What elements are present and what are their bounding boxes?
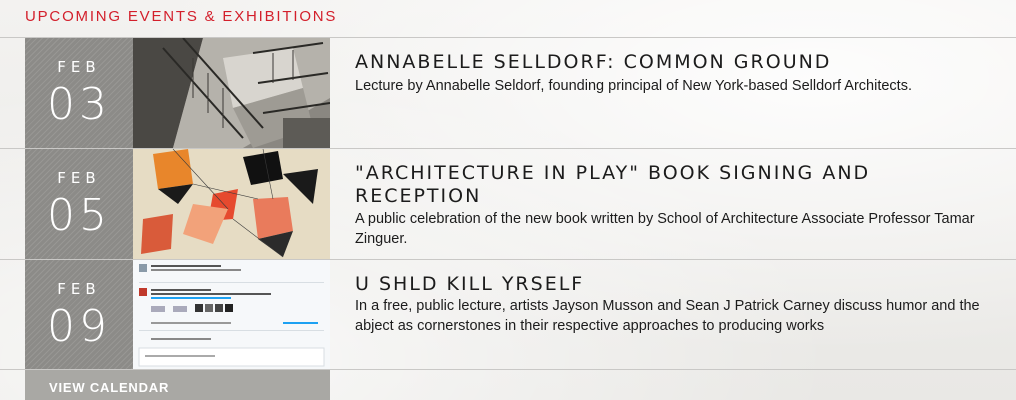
event-day: 05 — [47, 190, 111, 241]
event-title[interactable]: ANNABELLE SELLDORF: COMMON GROUND — [355, 51, 995, 74]
event-image-shapes[interactable] — [133, 149, 330, 259]
event-description: In a free, public lecture, artists Jayso… — [355, 298, 980, 334]
event-month: FEB — [57, 169, 101, 187]
event-month: FEB — [57, 280, 101, 298]
event-item[interactable]: FEB 09 U SHLD KILL YRSELF In a free, pub… — [0, 260, 1016, 370]
event-month: FEB — [57, 58, 101, 76]
event-description: A public celebration of the new book wri… — [355, 211, 975, 247]
event-item[interactable]: FEB 03 ANNABELLE SELLDORF: COMMON GROUND… — [0, 38, 1016, 148]
date-badge: FEB 03 — [25, 38, 133, 148]
section-heading: UPCOMING EVENTS & EXHIBITIONS — [25, 8, 338, 25]
event-image-tweet[interactable] — [133, 260, 330, 370]
event-item[interactable]: FEB 05 "ARCHITECTURE IN PLAY" BOOK SIGNI… — [0, 149, 1016, 259]
date-badge: FEB 09 — [25, 260, 133, 370]
view-calendar-button[interactable]: VIEW CALENDAR — [25, 370, 330, 400]
date-badge: FEB 05 — [25, 149, 133, 259]
event-image-staircase[interactable] — [133, 38, 330, 148]
event-description: Lecture by Annabelle Seldorf, founding p… — [355, 78, 912, 94]
event-title[interactable]: "ARCHITECTURE IN PLAY" BOOK SIGNING AND … — [355, 162, 995, 208]
event-day: 09 — [47, 301, 111, 352]
event-day: 03 — [47, 79, 111, 130]
event-title[interactable]: U SHLD KILL YRSELF — [355, 273, 995, 296]
